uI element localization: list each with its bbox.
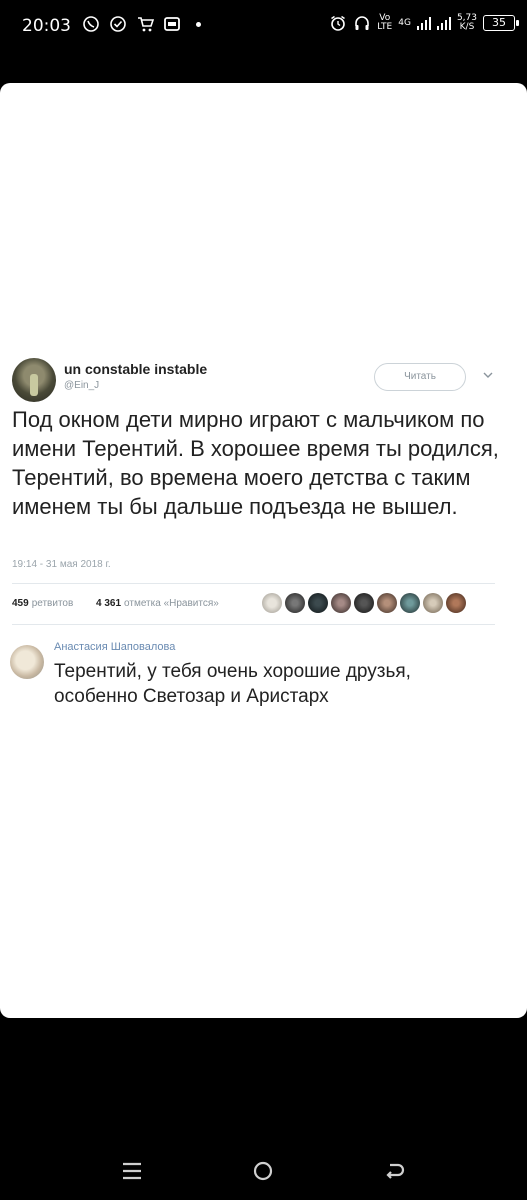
network-gen-indicator: 4G [398, 17, 411, 28]
retweets-count: 459 [12, 598, 29, 609]
network-speed: 5,73 K/S [456, 13, 477, 32]
system-icons: Vo LTE 4G 5,73 K/S 35 [329, 13, 519, 32]
notification-icons [82, 15, 201, 33]
likes-count: 4 361 [96, 598, 122, 609]
display-name[interactable]: un constable instable [64, 361, 207, 377]
liker-avatar[interactable] [285, 593, 305, 613]
tweet-card: un constable instable @Ein_J Читать Под … [0, 83, 527, 1018]
follow-button[interactable]: Читать [374, 363, 466, 391]
battery-indicator: 35 [483, 15, 519, 31]
back-arrow-icon[interactable] [379, 1156, 409, 1186]
reply-text: Терентий, у тебя очень хорошие друзья, о… [54, 661, 411, 707]
tweet-header: un constable instable @Ein_J Читать [12, 355, 512, 405]
liker-avatar[interactable] [377, 593, 397, 613]
tweet-timestamp[interactable]: 19:14 - 31 мая 2018 г. [12, 559, 111, 570]
likers-avatars [262, 593, 466, 613]
viber-icon [83, 16, 99, 32]
navigation-bar [0, 1130, 527, 1200]
menu-icon[interactable] [117, 1156, 147, 1186]
liker-avatar[interactable] [308, 593, 328, 613]
home-circle-icon[interactable] [248, 1156, 278, 1186]
message-box-icon [164, 17, 180, 31]
tweet-stats: 459 ретвитов 4 361 отметка «Нравится» [12, 583, 495, 625]
avatar[interactable] [12, 358, 56, 402]
signal-icon [416, 17, 431, 30]
reply-avatar[interactable] [10, 645, 44, 679]
signal-icon-2 [436, 17, 451, 30]
reply: Анастасия Шаповалова Терентий, у тебя оч… [10, 641, 510, 711]
status-time: 20:03 [22, 16, 71, 36]
liker-avatar[interactable] [331, 593, 351, 613]
liker-avatar[interactable] [262, 593, 282, 613]
more-notifications-dot [196, 21, 201, 27]
likes-stat[interactable]: 4 361 отметка «Нравится» [96, 598, 219, 609]
headphones-icon [355, 16, 370, 30]
retweets-label: ретвитов [31, 598, 74, 609]
retweets-stat[interactable]: 459 ретвитов [12, 598, 73, 609]
status-bar: 20:03 Vo LTE 4G 5,73 K/S 35 [0, 0, 527, 52]
tweet-text: Под окном дети мирно играют с мальчиком … [12, 407, 499, 519]
liker-avatar[interactable] [423, 593, 443, 613]
check-circle-icon [110, 16, 126, 32]
cart-icon [138, 17, 154, 32]
user-handle[interactable]: @Ein_J [64, 380, 99, 391]
chevron-down-icon[interactable] [482, 369, 494, 381]
volte-indicator: Vo LTE [377, 13, 393, 32]
liker-avatar[interactable] [400, 593, 420, 613]
liker-avatar[interactable] [446, 593, 466, 613]
liker-avatar[interactable] [354, 593, 374, 613]
alarm-icon [331, 15, 346, 31]
reply-author-name[interactable]: Анастасия Шаповалова [54, 641, 175, 653]
likes-label: отметка «Нравится» [124, 598, 219, 609]
